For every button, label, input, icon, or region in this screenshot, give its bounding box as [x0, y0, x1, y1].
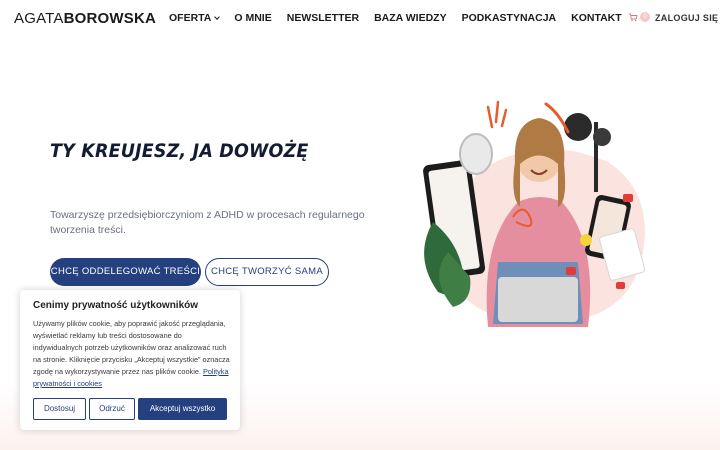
nav-item-podkastynacja[interactable]: PODKASTYNACJA: [462, 12, 557, 24]
delegate-content-button[interactable]: CHCĘ ODDELEGOWAĆ TREŚCI: [50, 258, 201, 286]
customize-button[interactable]: Dostosuj: [33, 398, 86, 420]
cookie-text: Używamy plików cookie, aby poprawić jako…: [33, 319, 230, 388]
login-link[interactable]: ZALOGUJ SIĘ: [655, 13, 718, 23]
nav-item-oferta[interactable]: OFERTA: [169, 12, 221, 24]
nav-item-baza-wiedzy[interactable]: BAZA WIEDZY: [374, 12, 447, 24]
hero-subtitle: Towarzyszę przedsiębiorczyniom z ADHD w …: [50, 209, 365, 236]
cookie-consent-banner: Cenimy prywatność użytkowników Używamy p…: [20, 290, 240, 430]
nav-item-newsletter[interactable]: NEWSLETTER: [287, 12, 359, 24]
create-yourself-button[interactable]: CHCĘ TWORZYĆ SAMA: [205, 258, 329, 286]
cart-button[interactable]: 0: [628, 12, 650, 22]
hero-title: TY KREUJESZ, JA DOWOŻĘ: [50, 140, 309, 162]
cart-count-badge: 0: [640, 12, 650, 22]
chevron-down-icon: [214, 14, 221, 20]
accept-all-button[interactable]: Akceptuj wszystko: [138, 398, 227, 420]
nav-item-kontakt[interactable]: KONTAKT: [571, 12, 622, 24]
site-header: AGATABOROWSKA OFERTA O MNIE NEWSLETTER B…: [0, 0, 720, 38]
main-nav: OFERTA O MNIE NEWSLETTER BAZA WIEDZY POD…: [169, 12, 637, 24]
nav-item-o-mnie[interactable]: O MNIE: [234, 12, 271, 24]
site-logo[interactable]: AGATABOROWSKA: [14, 10, 156, 27]
hero-illustration: [423, 100, 646, 327]
cookie-title: Cenimy prywatność użytkowników: [33, 300, 199, 311]
cart-icon: [629, 13, 638, 22]
reject-button[interactable]: Odrzuć: [89, 398, 135, 420]
